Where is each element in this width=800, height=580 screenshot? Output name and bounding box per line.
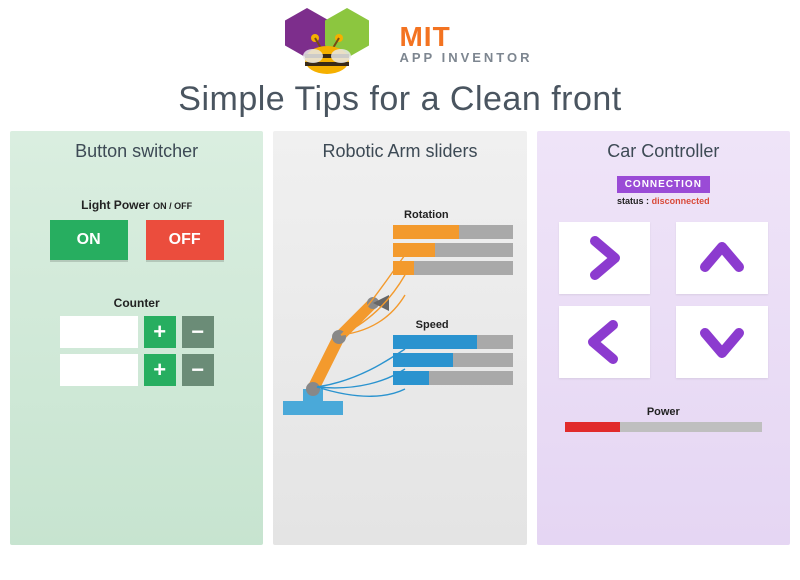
counter-row-2: + −: [22, 354, 251, 386]
page-title: Simple Tips for a Clean front: [178, 80, 621, 119]
panel-button-switcher: Button switcher Light Power ON / OFF ON …: [10, 131, 263, 545]
arrow-down-button[interactable]: [676, 306, 768, 378]
chevron-right-icon: [581, 235, 627, 281]
bee-icon: [297, 30, 357, 78]
arrow-up-button[interactable]: [676, 222, 768, 294]
connection-button[interactable]: CONNECTION: [617, 176, 710, 193]
logo-mark: [267, 8, 387, 78]
panels: Button switcher Light Power ON / OFF ON …: [0, 123, 800, 555]
panel1-title: Button switcher: [22, 141, 251, 162]
counter-label: Counter: [22, 296, 251, 310]
rotation-slider-2[interactable]: [393, 243, 513, 257]
power-label: Power: [549, 406, 778, 418]
off-button[interactable]: OFF: [146, 220, 224, 260]
speed-slider-2[interactable]: [393, 353, 513, 367]
chevron-down-icon: [699, 319, 745, 365]
status-line: status : disconnected: [549, 196, 778, 206]
on-button[interactable]: ON: [50, 220, 128, 260]
counter-value-2: [60, 354, 138, 386]
panel-robotic-arm: Robotic Arm sliders Rotation Speed: [273, 131, 526, 545]
counter-row-1: + −: [22, 316, 251, 348]
arrow-left-button[interactable]: [559, 306, 651, 378]
logo-text: MIT APP INVENTOR: [399, 23, 532, 64]
header: MIT APP INVENTOR Simple Tips for a Clean…: [0, 0, 800, 123]
speed-slider-3[interactable]: [393, 371, 513, 385]
robotic-arm-icon: [277, 251, 407, 421]
chevron-left-icon: [581, 319, 627, 365]
chevron-up-icon: [699, 235, 745, 281]
counter-value-1: [60, 316, 138, 348]
arrow-right-button[interactable]: [559, 222, 651, 294]
rotation-slider-3[interactable]: [393, 261, 513, 275]
power-slider[interactable]: [565, 422, 762, 432]
counter-minus-2[interactable]: −: [182, 354, 214, 386]
panel-car-controller: Car Controller CONNECTION status : disco…: [537, 131, 790, 545]
panel2-title: Robotic Arm sliders: [285, 141, 514, 162]
counter-plus-2[interactable]: +: [144, 354, 176, 386]
rotation-slider-1[interactable]: [393, 225, 513, 239]
logo-row: MIT APP INVENTOR: [267, 8, 532, 78]
rotation-label: Rotation: [393, 209, 513, 221]
brand-top: MIT: [399, 23, 532, 51]
speed-label: Speed: [393, 319, 513, 331]
speed-slider-1[interactable]: [393, 335, 513, 349]
panel3-title: Car Controller: [549, 141, 778, 162]
counter-minus-1[interactable]: −: [182, 316, 214, 348]
brand-sub: APP INVENTOR: [399, 51, 532, 64]
light-power-label: Light Power ON / OFF: [22, 198, 251, 212]
status-value: disconnected: [652, 196, 710, 206]
counter-plus-1[interactable]: +: [144, 316, 176, 348]
